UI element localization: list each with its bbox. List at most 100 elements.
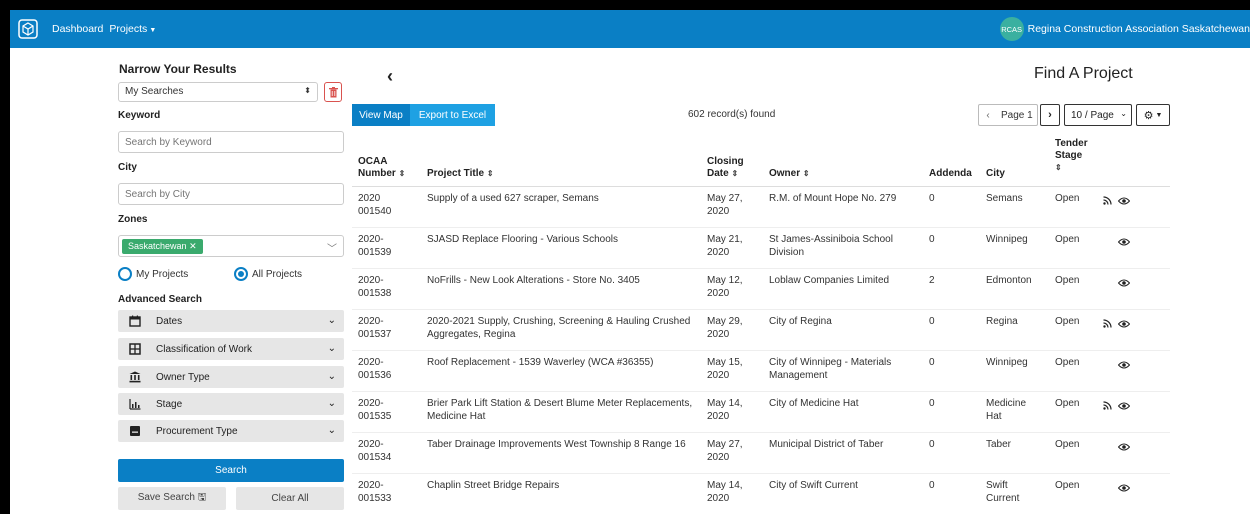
eye-icon[interactable] (1117, 196, 1131, 209)
zone-chip[interactable]: Saskatchewan ✕ (122, 239, 203, 254)
cell-stage: Open (1049, 309, 1097, 351)
filter-owner-type[interactable]: Owner Type ⌄ (118, 366, 344, 388)
col-number[interactable]: OCAA Number ⇕ (352, 132, 421, 187)
cell-city: Swift Current (980, 473, 1049, 514)
city-input[interactable] (118, 183, 344, 205)
cell-actions (1097, 186, 1170, 228)
radio-all-projects[interactable]: All Projects (234, 267, 302, 281)
cube-logo-icon[interactable] (16, 17, 40, 41)
eye-icon[interactable] (1117, 360, 1131, 373)
table-row[interactable]: 2020 001540 Supply of a used 627 scraper, … (352, 186, 1170, 228)
zones-label: Zones (118, 214, 148, 225)
cell-closing: May 21, 2020 (701, 227, 763, 269)
col-owner-label: Owner (769, 167, 801, 179)
closing-part1: May 27, (707, 192, 743, 204)
keyword-input[interactable] (118, 131, 344, 153)
org-account[interactable]: RCAS Regina Construction Association Sas… (999, 17, 1250, 41)
number-part1: 2020- (358, 274, 384, 286)
table-row[interactable]: 2020- 001536 Roof Replacement - 1539 Waver… (352, 350, 1170, 392)
cell-city: Winnipeg (980, 227, 1049, 269)
filter-stage[interactable]: Stage ⌄ (118, 393, 344, 415)
col-owner[interactable]: Owner ⇕ (763, 132, 923, 187)
save-search-label: Save Search (137, 492, 195, 503)
number-part2: 001537 (358, 328, 392, 340)
cell-closing: May 12, 2020 (701, 268, 763, 310)
cell-title[interactable]: Roof Replacement - 1539 Waverley (WCA #3… (421, 350, 701, 392)
closing-part1: May 14, (707, 397, 743, 409)
closing-part2: 2020 (707, 369, 730, 381)
filter-procurement-type[interactable]: Procurement Type ⌄ (118, 420, 344, 442)
number-part1: 2020- (358, 315, 384, 327)
eye-icon[interactable] (1117, 483, 1131, 496)
rss-icon[interactable] (1103, 318, 1112, 332)
eye-icon[interactable] (1117, 442, 1131, 455)
save-search-button[interactable]: Save Search 🖫 (118, 487, 226, 510)
closing-part2: 2020 (707, 287, 730, 299)
col-title[interactable]: Project Title ⇕ (421, 132, 701, 187)
table-row[interactable]: 2020- 001533 Chaplin Street Bridge Repairs… (352, 473, 1170, 514)
zones-select[interactable]: Saskatchewan ✕ ﹀ (118, 235, 344, 257)
page-title: Find A Project (1034, 65, 1133, 82)
number-part1: 2020- (358, 479, 384, 491)
cell-title[interactable]: 2020-2021 Supply, Crushing, Screening & … (421, 309, 701, 351)
cell-closing: May 14, 2020 (701, 473, 763, 514)
table-row[interactable]: 2020- 001539 SJASD Replace Flooring - Vari… (352, 227, 1170, 269)
cell-addenda: 0 (923, 186, 980, 228)
rss-icon[interactable] (1103, 400, 1112, 414)
delete-search-button[interactable] (324, 82, 342, 102)
eye-icon[interactable] (1117, 237, 1131, 250)
filter-classification[interactable]: Classification of Work ⌄ (118, 338, 344, 360)
radio-my-projects[interactable]: My Projects (118, 267, 234, 281)
chevron-down-icon: ⌄ (327, 315, 336, 326)
radio-all-label: All Projects (252, 268, 303, 280)
table-row[interactable]: 2020- 001538 NoFrills - New Look Alteratio… (352, 268, 1170, 310)
my-searches-select[interactable]: My Searches ⬍ (118, 82, 318, 102)
advanced-search-label: Advanced Search (118, 294, 202, 305)
rss-icon[interactable] (1103, 195, 1112, 209)
cell-title[interactable]: NoFrills - New Look Alterations - Store … (421, 268, 701, 310)
cell-title[interactable]: Brier Park Lift Station & Desert Blume M… (421, 391, 701, 433)
chip-remove-icon[interactable]: ✕ (189, 241, 197, 251)
filter-classification-label: Classification of Work (156, 343, 252, 355)
closing-part1: May 29, (707, 315, 743, 327)
col-stage[interactable]: Tender Stage ⇕ (1049, 132, 1097, 187)
next-page-button[interactable]: › (1040, 104, 1060, 126)
chevron-down-icon: ﹀ (327, 244, 337, 255)
cell-actions (1097, 227, 1170, 269)
col-closing[interactable]: Closing Date ⇕ (701, 132, 763, 187)
cell-title[interactable]: Chaplin Street Bridge Repairs (421, 473, 701, 514)
settings-button[interactable]: ⚙ ▼ (1136, 104, 1170, 126)
eye-icon[interactable] (1117, 401, 1131, 414)
search-button[interactable]: Search (118, 459, 344, 482)
back-chevron-icon[interactable]: ‹ (387, 66, 393, 87)
table-row[interactable]: 2020- 001534 Taber Drainage Improvements W… (352, 432, 1170, 474)
prev-page-button[interactable]: ‹ (979, 110, 997, 121)
per-page-select[interactable]: 10 / Page ⌄ (1064, 104, 1132, 126)
cell-title[interactable]: SJASD Replace Flooring - Various Schools (421, 227, 701, 269)
cell-title[interactable]: Supply of a used 627 scraper, Semans (421, 186, 701, 228)
export-excel-button[interactable]: Export to Excel (410, 104, 495, 126)
number-part1: 2020- (358, 233, 384, 245)
table-row[interactable]: 2020- 001535 Brier Park Lift Station & Des… (352, 391, 1170, 433)
grid-icon (128, 343, 142, 355)
clear-all-button[interactable]: Clear All (236, 487, 344, 510)
cell-owner: St James-Assiniboia School Division (763, 227, 923, 269)
col-closing-line1: Closing (707, 155, 744, 167)
cell-city: Taber (980, 432, 1049, 474)
cell-owner: R.M. of Mount Hope No. 279 (763, 186, 923, 228)
cell-closing: May 27, 2020 (701, 186, 763, 228)
org-avatar: RCAS (999, 17, 1024, 41)
cell-addenda: 0 (923, 473, 980, 514)
view-map-button[interactable]: View Map (352, 104, 410, 126)
cell-title[interactable]: Taber Drainage Improvements West Townshi… (421, 432, 701, 474)
org-name: Regina Construction Association Saskatch… (1027, 23, 1250, 35)
nav-dashboard[interactable]: Dashboard (52, 23, 103, 35)
page-indicator: Page 1 (1001, 109, 1033, 121)
table-row[interactable]: 2020- 001537 2020-2021 Supply, Crushing, S… (352, 309, 1170, 351)
eye-icon[interactable] (1117, 319, 1131, 332)
eye-icon[interactable] (1117, 278, 1131, 291)
trash-icon (328, 86, 338, 97)
col-actions (1097, 132, 1170, 187)
filter-dates[interactable]: Dates ⌄ (118, 310, 344, 332)
nav-projects[interactable]: Projects ▼ (109, 23, 156, 35)
